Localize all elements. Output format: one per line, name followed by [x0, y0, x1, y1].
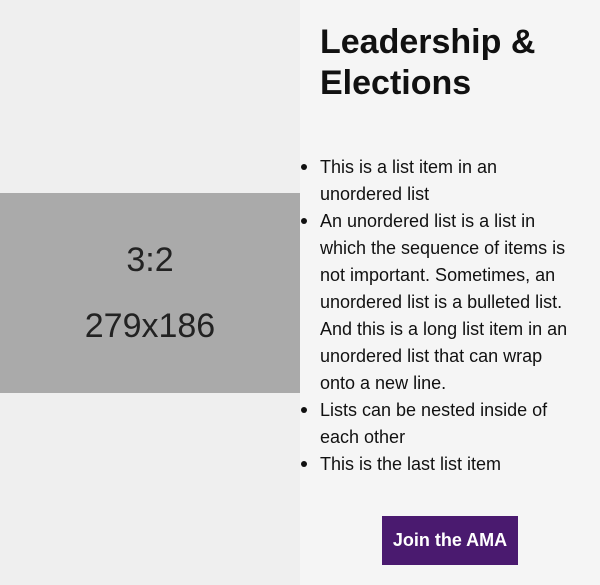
list-item: An unordered list is a list in which the…	[301, 208, 582, 397]
list-item-text: This is a list item in an unordered list	[320, 157, 498, 204]
list-item: This is a list item in an unordered list	[301, 154, 582, 208]
image-size-label: 279x186	[84, 307, 216, 345]
bullet-icon	[301, 407, 307, 413]
left-image-panel: 3:2 279x186	[0, 0, 300, 585]
page: 3:2 279x186 Leadership & Elections This …	[0, 0, 600, 585]
list-item: This is the last list item	[301, 451, 582, 478]
page-title: Leadership & Elections	[320, 23, 536, 102]
bullet-icon	[301, 164, 307, 170]
image-ratio-label: 3:2	[126, 241, 174, 279]
list-item-text: An unordered list is a list in which the…	[320, 211, 568, 393]
list-item-text: This is the last list item	[320, 454, 502, 474]
list-item-text: Lists can be nested inside of each other	[320, 400, 548, 447]
join-ama-button[interactable]: Join the AMA	[382, 516, 518, 565]
content-panel: Leadership & Elections This is a list it…	[300, 0, 600, 585]
list-item: Lists can be nested inside of each other	[301, 397, 582, 451]
bullet-icon	[301, 218, 307, 224]
bullet-icon	[301, 461, 307, 467]
bullet-list: This is a list item in an unordered list…	[301, 154, 582, 478]
placeholder-image: 3:2 279x186	[0, 193, 300, 393]
